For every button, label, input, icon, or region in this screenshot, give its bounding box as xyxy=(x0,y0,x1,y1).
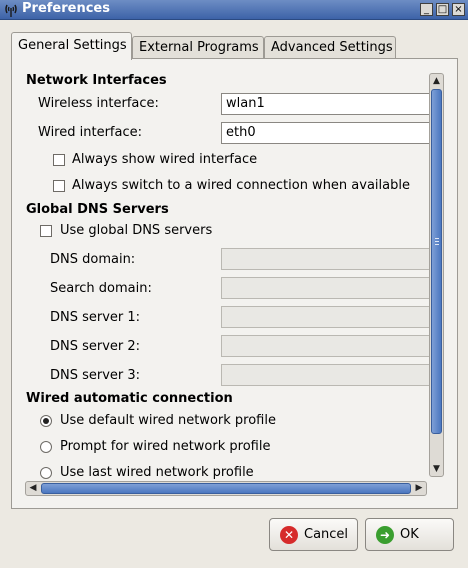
use-global-dns-checkbox[interactable] xyxy=(40,225,52,237)
dns-server-1-input xyxy=(221,306,429,328)
search-domain-label: Search domain: xyxy=(50,281,152,296)
use-default-profile-label: Use default wired network profile xyxy=(60,413,276,428)
scroll-left-icon[interactable]: ◀ xyxy=(26,482,40,495)
global-dns-heading: Global DNS Servers xyxy=(26,202,169,217)
search-domain-input xyxy=(221,277,429,299)
scroll-up-icon[interactable]: ▲ xyxy=(430,74,443,88)
wired-interface-input[interactable]: eth0 xyxy=(221,122,429,144)
cancel-button-label: Cancel xyxy=(304,527,349,542)
use-last-profile-radio[interactable] xyxy=(40,467,52,479)
wireless-antenna-icon xyxy=(5,4,17,17)
title-bar: Preferences _ □ × xyxy=(0,0,468,20)
scroll-down-icon[interactable]: ▼ xyxy=(430,462,443,476)
always-switch-wired-label: Always switch to a wired connection when… xyxy=(72,178,410,193)
settings-scroll-area: Network Interfaces Wireless interface: w… xyxy=(25,71,429,481)
network-interfaces-heading: Network Interfaces xyxy=(26,73,167,88)
prompt-profile-label: Prompt for wired network profile xyxy=(60,439,271,454)
dns-server-2-label: DNS server 2: xyxy=(50,339,141,354)
dns-server-1-label: DNS server 1: xyxy=(50,310,141,325)
close-button[interactable]: × xyxy=(452,3,465,16)
minimize-button[interactable]: _ xyxy=(420,3,433,16)
wired-interface-label: Wired interface: xyxy=(38,125,142,140)
tab-general-settings[interactable]: General Settings xyxy=(11,32,132,60)
window-title: Preferences xyxy=(22,1,110,16)
dns-server-3-input xyxy=(221,364,429,386)
wireless-interface-label: Wireless interface: xyxy=(38,96,159,111)
scroll-right-icon[interactable]: ▶ xyxy=(412,482,426,495)
ok-arrow-icon: ➜ xyxy=(376,526,394,544)
vertical-scrollbar[interactable]: ▲ ▼ xyxy=(429,73,444,477)
use-default-profile-radio[interactable] xyxy=(40,415,52,427)
wired-auto-heading: Wired automatic connection xyxy=(26,391,233,406)
dns-server-2-input xyxy=(221,335,429,357)
tab-external-programs[interactable]: External Programs xyxy=(132,36,264,59)
cancel-button[interactable]: ✕ Cancel xyxy=(269,518,358,551)
cancel-icon: ✕ xyxy=(280,526,298,544)
always-show-wired-checkbox[interactable] xyxy=(53,154,65,166)
dns-domain-label: DNS domain: xyxy=(50,252,136,267)
grip-icon xyxy=(435,238,439,245)
dns-server-3-label: DNS server 3: xyxy=(50,368,141,383)
use-global-dns-label: Use global DNS servers xyxy=(60,223,213,238)
vertical-scroll-thumb[interactable] xyxy=(431,89,442,434)
maximize-button[interactable]: □ xyxy=(436,3,449,16)
tab-label: General Settings xyxy=(18,38,127,53)
dns-domain-input xyxy=(221,248,429,270)
horizontal-scrollbar[interactable]: ◀ ▶ xyxy=(25,481,427,496)
always-switch-wired-checkbox[interactable] xyxy=(53,180,65,192)
ok-button[interactable]: ➜ OK xyxy=(365,518,454,551)
tab-label: Advanced Settings xyxy=(271,40,393,55)
tab-advanced-settings[interactable]: Advanced Settings xyxy=(264,36,396,59)
ok-button-label: OK xyxy=(400,527,419,542)
horizontal-scroll-thumb[interactable] xyxy=(41,483,411,494)
always-show-wired-label: Always show wired interface xyxy=(72,152,258,167)
wireless-interface-input[interactable]: wlan1 xyxy=(221,93,429,115)
tab-label: External Programs xyxy=(139,40,259,55)
use-last-profile-label: Use last wired network profile xyxy=(60,465,254,480)
prompt-profile-radio[interactable] xyxy=(40,441,52,453)
